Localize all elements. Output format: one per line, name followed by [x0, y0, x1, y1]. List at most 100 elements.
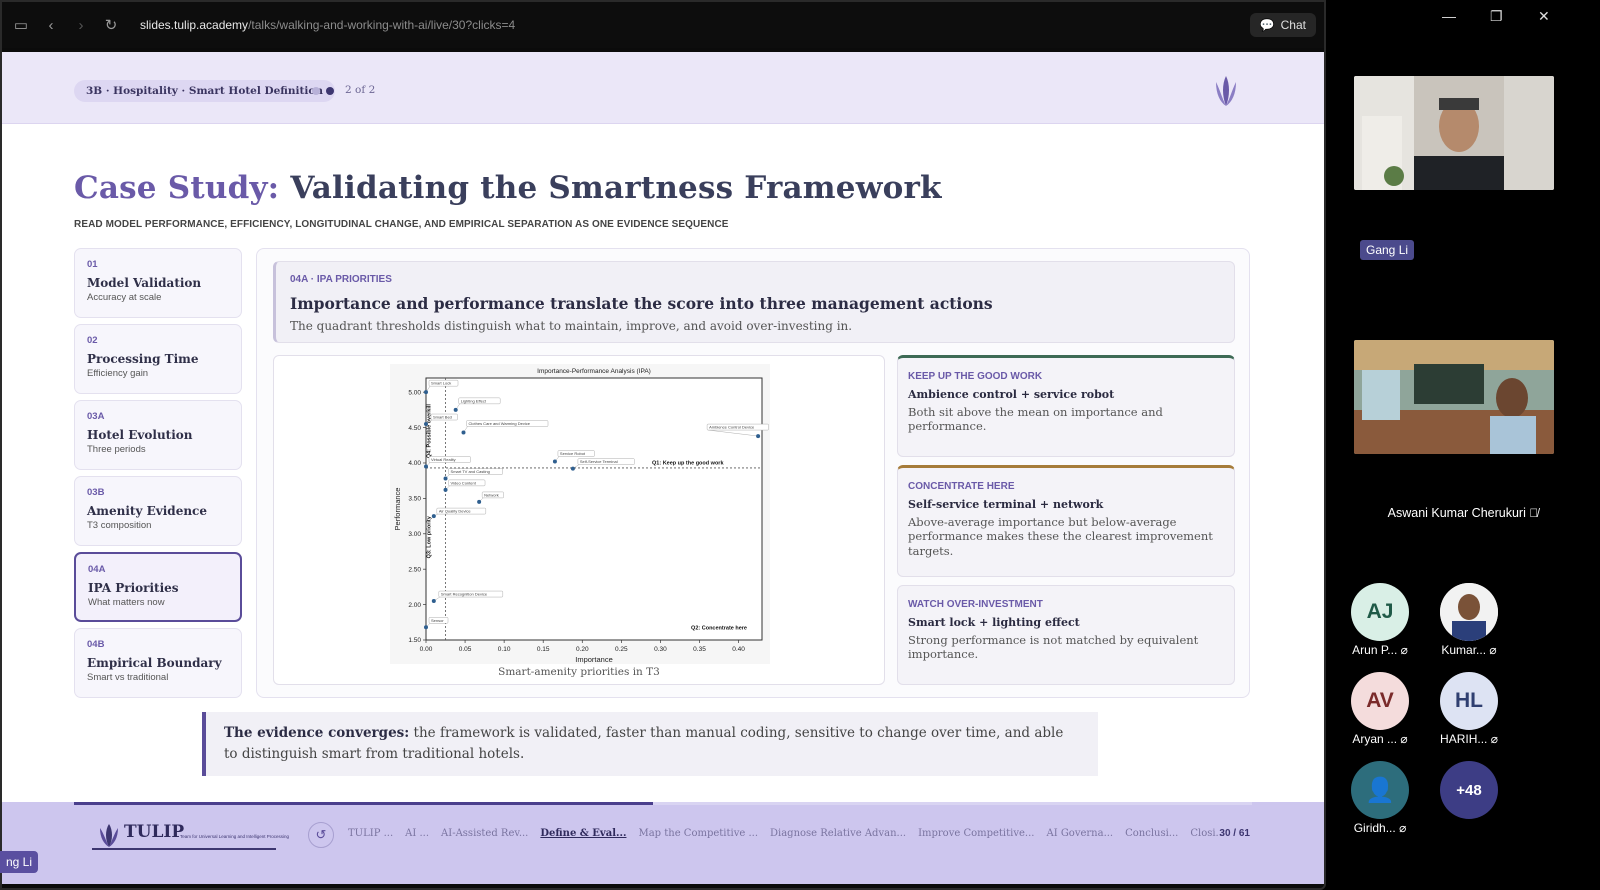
profile-photo-icon — [1440, 583, 1498, 641]
participant-tile[interactable]: AJ Arun P... ⌀ — [1340, 583, 1420, 657]
browser-window: ▭ ‹ › ↻ slides.tulip.academy/talks/walki… — [0, 0, 1326, 890]
point-label: Network — [484, 492, 499, 497]
mic-off-icon: ⌀ — [1490, 732, 1498, 746]
x-axis-label: Importance — [575, 655, 613, 664]
y-tick-label: 3.00 — [408, 531, 421, 538]
x-tick-label: 0.00 — [420, 646, 433, 653]
data-point — [461, 430, 466, 435]
presenter-video[interactable] — [1354, 76, 1554, 190]
address-bar[interactable]: slides.tulip.academy/talks/walking-and-w… — [140, 18, 515, 32]
more-participants-button[interactable]: +48 — [1429, 761, 1509, 819]
logo-word: TULIP — [124, 822, 185, 842]
back-button[interactable]: ↺ — [308, 822, 334, 848]
minimize-icon[interactable]: — — [1442, 8, 1456, 24]
action-card-concentrate: CONCENTRATE HERE Self-service terminal +… — [897, 465, 1235, 577]
section-link[interactable]: TULIP ... — [348, 828, 393, 839]
breadcrumb: 3B · Hospitality · Smart Hotel Definitio… — [74, 80, 336, 102]
section-nav: 01 Model Validation Accuracy at scale 02… — [74, 248, 242, 704]
y-tick-label: 3.50 — [408, 496, 421, 503]
data-point — [570, 466, 575, 471]
chat-button[interactable]: 💬 Chat — [1249, 13, 1316, 37]
ipa-chart-card: Importance-Performance Analysis (IPA) Imp… — [273, 355, 885, 685]
nav-num: 04B — [87, 639, 105, 650]
more-participants-count: +48 — [1440, 761, 1498, 819]
quadrant-label: Q4: Possible overkill — [427, 404, 433, 459]
point-label: Ambience Control Device — [709, 425, 755, 430]
section-link[interactable]: AI-Assisted Rev... — [441, 828, 528, 839]
nav-name: IPA Priorities — [88, 581, 179, 595]
nav-name: Hotel Evolution — [87, 428, 193, 442]
restore-icon[interactable]: ❐ — [1490, 8, 1503, 25]
avatar: AV — [1351, 672, 1409, 730]
undo-arrow-icon: ↺ — [315, 827, 327, 842]
close-icon[interactable]: ✕ — [1538, 8, 1550, 25]
participant-video[interactable] — [1354, 340, 1554, 454]
data-point — [477, 499, 482, 504]
data-point — [424, 422, 428, 427]
step-dot[interactable] — [312, 87, 320, 95]
y-tick-label: 2.50 — [408, 566, 421, 573]
evidence-quote: The evidence converges: the framework is… — [202, 712, 1098, 776]
section-link[interactable]: Map the Competitive ... — [638, 828, 758, 839]
y-tick-label: 5.00 — [408, 389, 421, 396]
point-label: Service Robot — [560, 451, 586, 456]
step-dot-active[interactable] — [326, 87, 334, 95]
action-card-keep-up: KEEP UP THE GOOD WORK Ambience control +… — [897, 355, 1235, 457]
data-point — [424, 625, 428, 630]
forward-icon[interactable]: › — [70, 14, 92, 36]
nav-item-processing-time[interactable]: 02 Processing Time Efficiency gain — [74, 324, 242, 394]
nav-item-empirical-boundary[interactable]: 04B Empirical Boundary Smart vs traditio… — [74, 628, 242, 698]
nav-item-hotel-evolution[interactable]: 03A Hotel Evolution Three periods — [74, 400, 242, 470]
nav-name: Model Validation — [87, 276, 202, 290]
participant-tile[interactable]: HL HARIH... ⌀ — [1429, 672, 1509, 746]
point-label: Virtual Reality — [431, 457, 456, 462]
participant-tile[interactable]: AV Aryan ... ⌀ — [1340, 672, 1420, 746]
nav-item-ipa-priorities[interactable]: 04A IPA Priorities What matters now — [74, 552, 242, 622]
avatar: AJ — [1351, 583, 1409, 641]
section-link[interactable]: AI ... — [405, 828, 429, 839]
section-heading-card: 04A · IPA PRIORITIES Importance and perf… — [273, 261, 1235, 343]
nav-item-model-validation[interactable]: 01 Model Validation Accuracy at scale — [74, 248, 242, 318]
participant-tile[interactable]: 👤 Giridh... ⌀ — [1340, 761, 1420, 835]
action-text: Both sit above the mean on importance an… — [908, 405, 1163, 434]
point-label: Smart Recognition Device — [441, 592, 488, 597]
tulip-logo-icon — [1216, 76, 1236, 106]
data-point — [552, 459, 557, 464]
section-link[interactable]: Define & Eval... — [540, 828, 626, 839]
step-dots — [312, 87, 334, 95]
point-label: Self-Service Terminal — [580, 459, 618, 464]
nav-item-amenity-evidence[interactable]: 03B Amenity Evidence T3 composition — [74, 476, 242, 546]
quadrant-label: Q1: Keep up the good work — [652, 460, 724, 466]
step-count: 2 of 2 — [345, 84, 376, 96]
section-link[interactable]: AI Governa... — [1046, 828, 1113, 839]
chat-bubble-icon: 💬 — [1259, 18, 1275, 32]
section-link[interactable]: Improve Competitive... — [918, 828, 1034, 839]
section-link[interactable]: Diagnose Relative Advan... — [770, 828, 906, 839]
back-icon[interactable]: ‹ — [40, 14, 62, 36]
nav-sub: T3 composition — [87, 520, 152, 531]
data-point — [431, 599, 436, 604]
url-host: slides.tulip.academy — [140, 18, 249, 32]
avatar: HL — [1440, 672, 1498, 730]
participant-name: Kumar... ⌀ — [1429, 643, 1509, 657]
section-link[interactable]: Conclusi... — [1125, 828, 1178, 839]
y-tick-label: 4.00 — [408, 460, 421, 467]
x-tick-label: 0.10 — [498, 646, 511, 653]
logo-tagline: Team for Universal Learning and Intellig… — [180, 834, 290, 839]
point-label: Sensor — [431, 618, 444, 623]
nav-sub: Accuracy at scale — [87, 292, 162, 303]
data-point — [424, 464, 428, 469]
mic-off-icon: ⌀ — [1400, 732, 1408, 746]
browser-toolbar: ▭ ‹ › ↻ slides.tulip.academy/talks/walki… — [2, 2, 1324, 48]
slide-number: 30 / 61 — [1219, 828, 1250, 839]
action-heading: Self-service terminal + network — [908, 498, 1104, 511]
reload-icon[interactable]: ↻ — [100, 14, 122, 36]
data-point — [756, 434, 761, 439]
x-tick-label: 0.30 — [654, 646, 667, 653]
participant-tile[interactable]: Kumar... ⌀ — [1429, 583, 1509, 657]
sidebar-toggle-icon[interactable]: ▭ — [10, 14, 32, 36]
nav-num: 03A — [87, 411, 105, 422]
presenter-video-frame — [1354, 76, 1554, 190]
participant-name-text: Arun P... — [1352, 643, 1398, 657]
action-heading: Smart lock + lighting effect — [908, 616, 1080, 629]
